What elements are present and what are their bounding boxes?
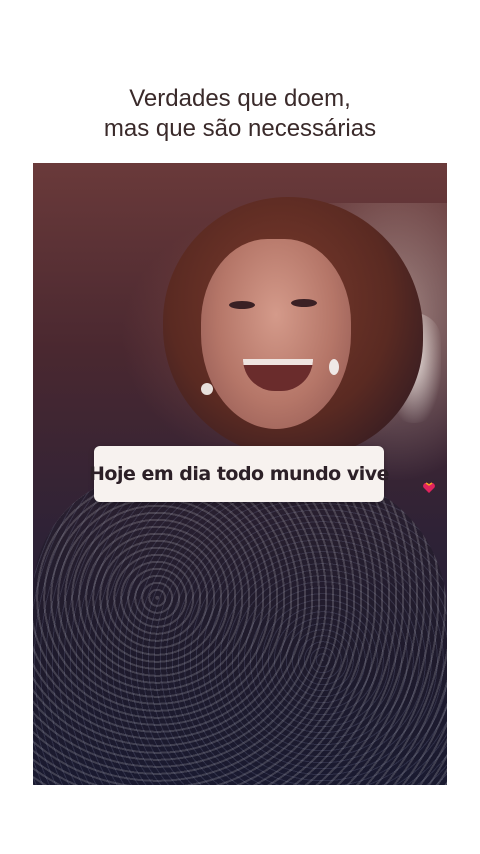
right-eye <box>291 299 317 307</box>
subtitle-caption: Hoje em dia todo mundo vive <box>89 446 435 502</box>
smiling-mouth <box>243 359 313 391</box>
post-title-line-2: mas que são necessárias <box>103 115 377 142</box>
video-frame[interactable]: Hoje em dia todo mundo vive <box>33 163 447 785</box>
pearl-earring <box>329 359 339 375</box>
sequin-jacket <box>33 473 447 785</box>
woman-face <box>201 239 351 429</box>
post-title: Verdades que doem, mas que são necessári… <box>0 84 480 144</box>
lapel-microphone <box>201 383 213 395</box>
heart-with-ribbon-icon <box>423 482 435 493</box>
left-eye <box>229 301 255 309</box>
post-title-line-1: Verdades que doem, <box>129 85 351 112</box>
subtitle-text: Hoje em dia todo mundo vive <box>89 463 390 485</box>
